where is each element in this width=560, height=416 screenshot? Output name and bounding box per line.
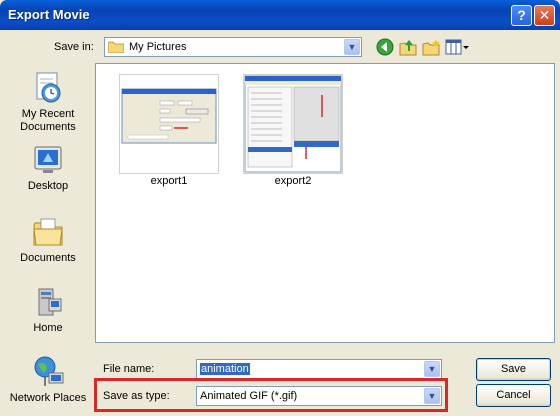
file-list[interactable]: export1 export2 [95, 63, 555, 343]
file-thumbnail[interactable] [119, 74, 219, 174]
up-folder-icon[interactable] [398, 37, 418, 57]
places-bar: My Recent Documents Desktop Documents Ho… [4, 63, 92, 408]
place-label: Desktop [27, 180, 69, 192]
place-label: Documents [20, 252, 76, 264]
file-name: export1 [150, 175, 188, 187]
new-folder-icon[interactable] [421, 37, 441, 57]
close-button[interactable]: ✕ [534, 5, 555, 26]
recent-documents-icon [31, 71, 65, 105]
desktop-icon [31, 143, 65, 177]
save-as-type-value: Animated GIF (*.gif) [200, 390, 298, 402]
image-thumbnail-icon [121, 88, 217, 144]
chevron-down-icon[interactable]: ▼ [344, 39, 360, 55]
place-home[interactable]: Home [4, 285, 92, 335]
file-name-label: File name: [103, 363, 155, 375]
file-name-value: animation [200, 363, 250, 375]
title-bar[interactable]: Export Movie ? ✕ [0, 0, 560, 30]
place-label: My Recent Documents [20, 108, 76, 133]
place-label: Home [33, 322, 63, 334]
place-desktop[interactable]: Desktop [4, 143, 92, 193]
folder-icon [108, 41, 124, 53]
documents-icon [31, 215, 65, 249]
save-as-type-label: Save as type: [103, 390, 170, 402]
place-label: Network Places [9, 392, 87, 404]
save-in-value: My Pictures [129, 41, 187, 53]
help-button[interactable]: ? [511, 5, 532, 26]
file-name: export2 [274, 175, 312, 187]
save-as-type-dropdown[interactable]: Animated GIF (*.gif) ▼ [196, 386, 442, 406]
place-recent-documents[interactable]: My Recent Documents [4, 71, 92, 134]
place-network[interactable]: Network Places [4, 355, 92, 405]
file-name-input[interactable]: animation ▼ [196, 359, 442, 379]
home-icon [31, 285, 65, 319]
image-thumbnail-icon [244, 75, 342, 173]
save-in-label: Save in: [54, 41, 94, 53]
views-menu-icon[interactable] [444, 37, 470, 57]
back-icon[interactable] [375, 37, 395, 57]
save-button[interactable]: Save [476, 358, 551, 381]
file-thumbnail[interactable] [243, 74, 343, 174]
window-title: Export Movie [8, 7, 90, 22]
chevron-down-icon[interactable]: ▼ [424, 361, 440, 377]
place-documents[interactable]: Documents [4, 215, 92, 265]
save-in-dropdown[interactable]: My Pictures ▼ [104, 37, 362, 57]
chevron-down-icon[interactable]: ▼ [424, 388, 440, 404]
export-movie-dialog: Export Movie ? ✕ Save in: My Pictures ▼ [0, 0, 560, 416]
cancel-button[interactable]: Cancel [476, 384, 551, 407]
network-places-icon [31, 355, 65, 389]
